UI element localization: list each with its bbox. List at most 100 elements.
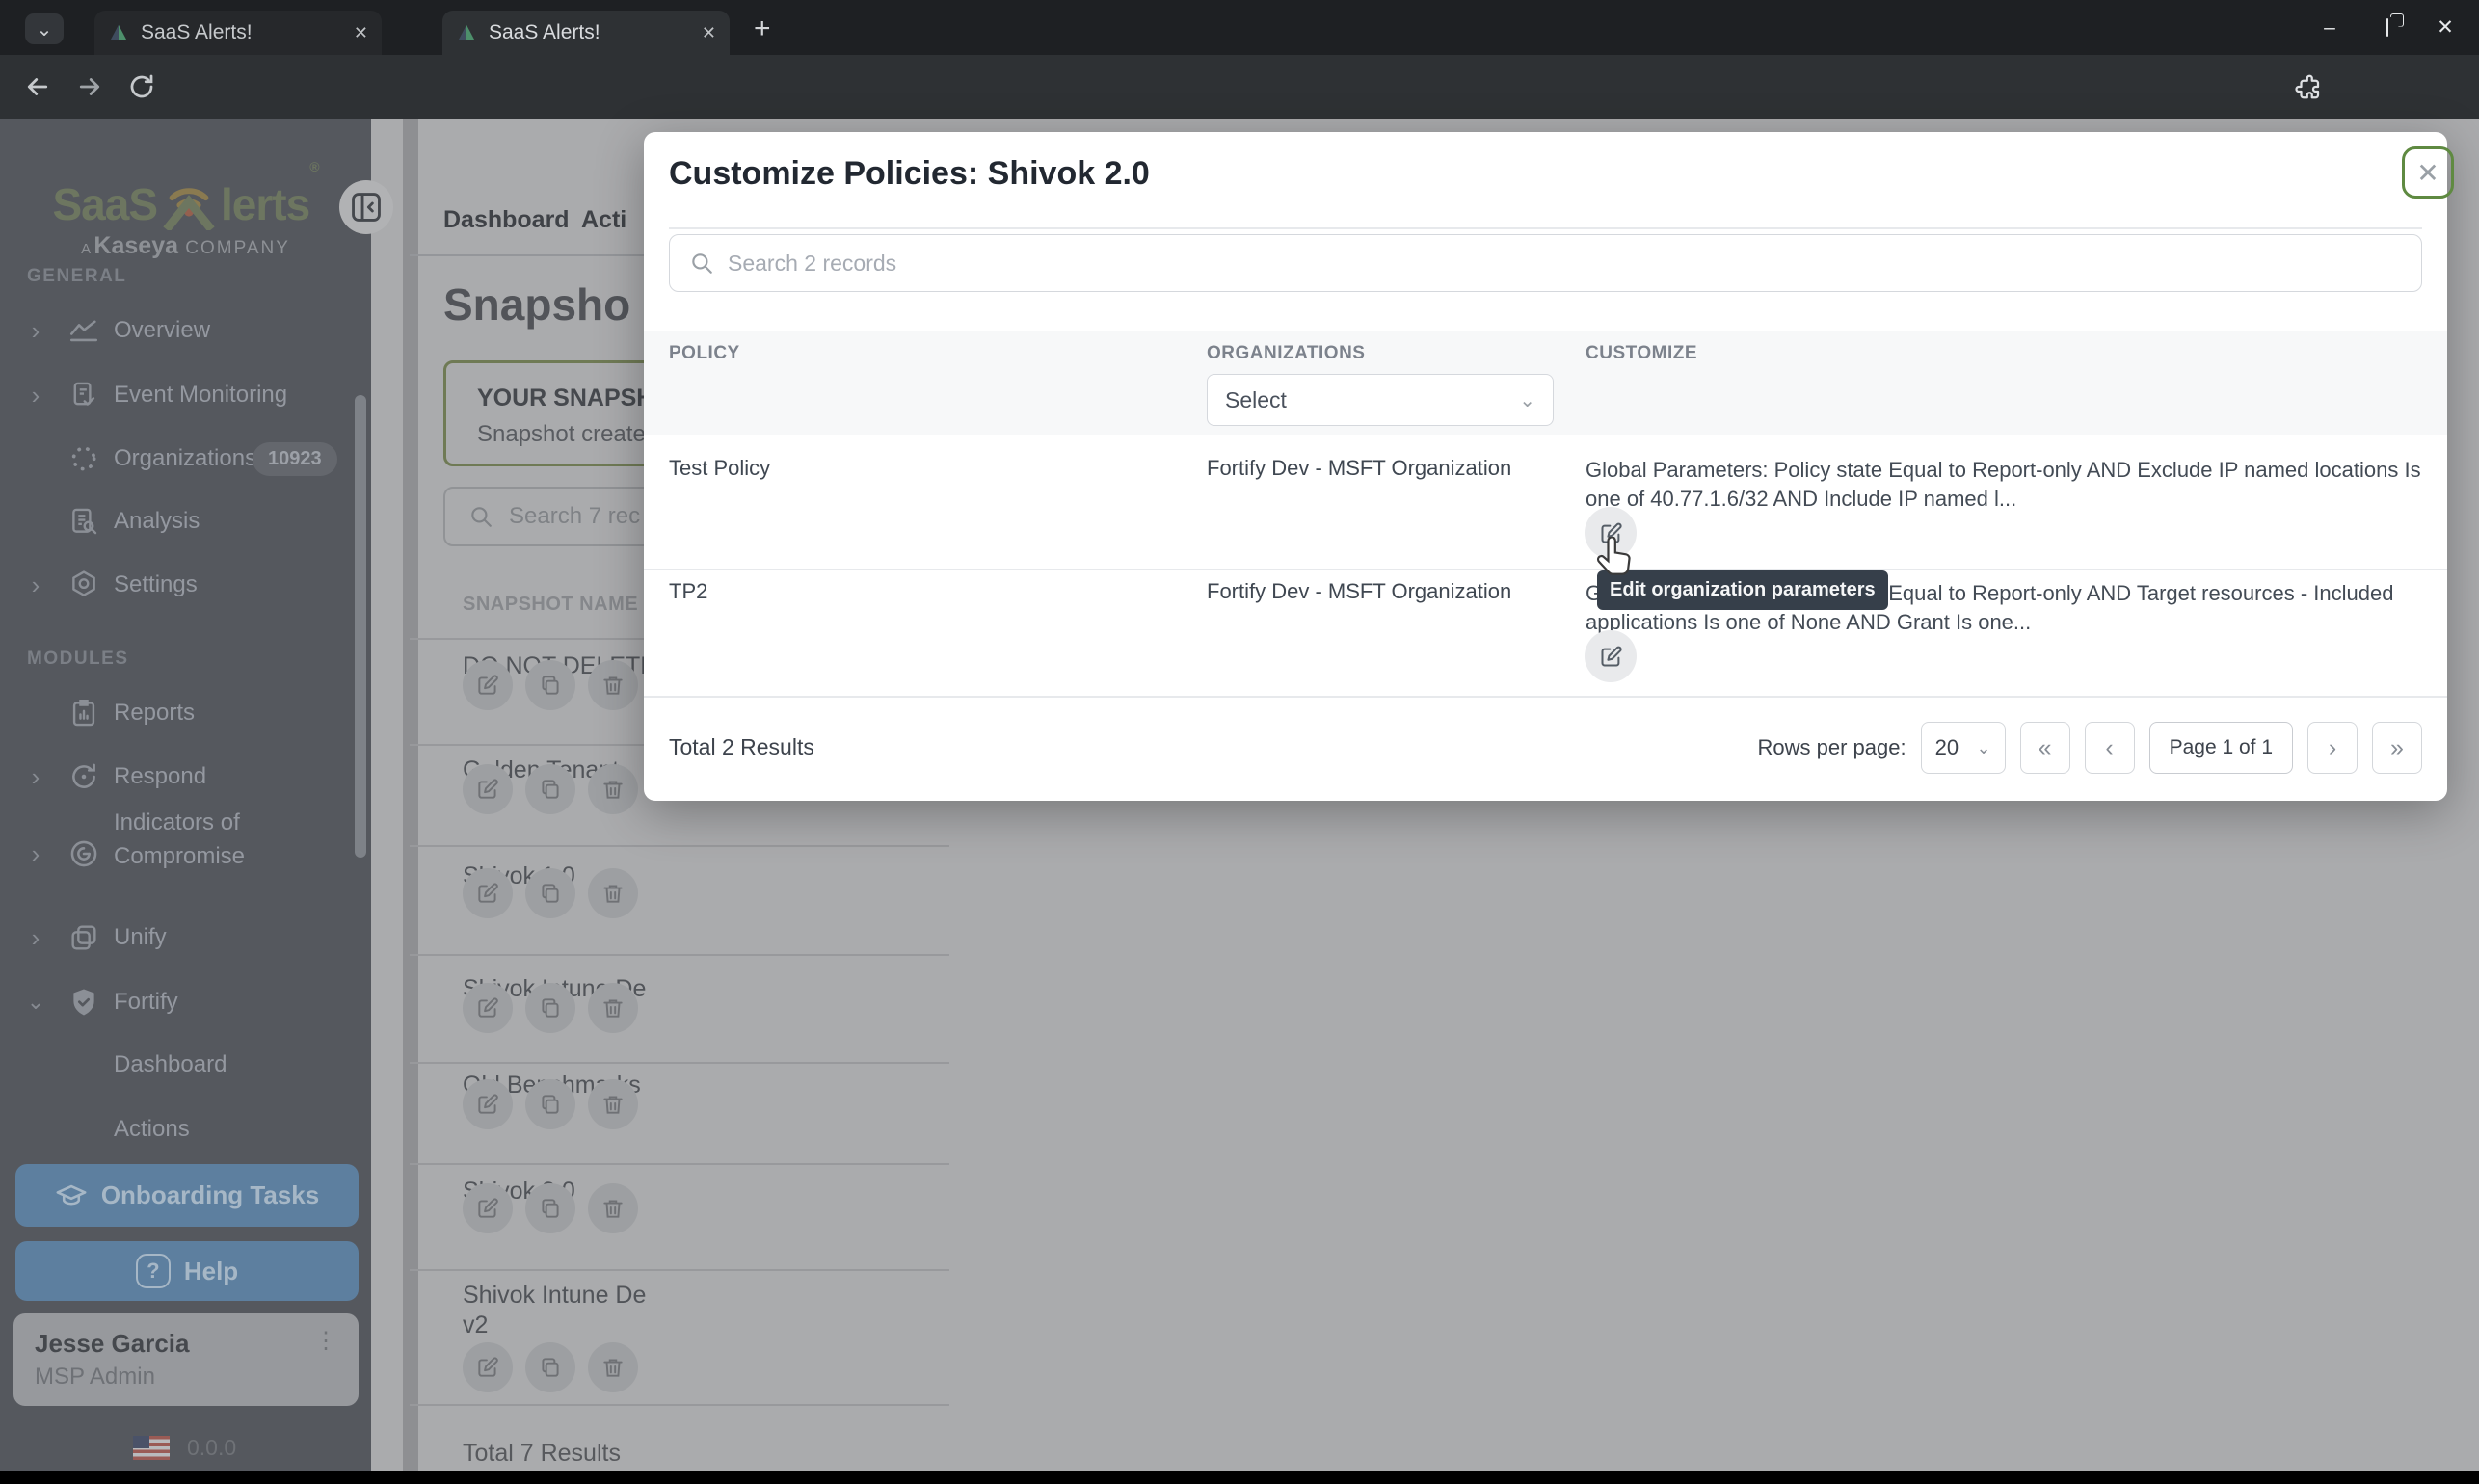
- edit-snapshot-button[interactable]: [463, 1079, 513, 1129]
- edit-snapshot-button[interactable]: [463, 868, 513, 918]
- app-sidebar: SaaS lerts ® A Kaseya COMPANY GENERAL › …: [0, 119, 393, 1471]
- sidebar-item-indicators-of-compromise[interactable]: › Indicators of Compromise: [0, 806, 371, 902]
- tab-close-icon[interactable]: ✕: [354, 23, 368, 43]
- sidebar-item-analysis[interactable]: Analysis: [0, 498, 371, 544]
- divider: [410, 1269, 949, 1271]
- delete-snapshot-button[interactable]: [588, 660, 638, 710]
- sidebar-item-fortify[interactable]: ⌄ Fortify: [0, 979, 371, 1025]
- table-header: POLICY ORGANIZATIONS CUSTOMIZE Select ⌄: [644, 331, 2447, 435]
- edit-snapshot-button[interactable]: [463, 764, 513, 814]
- delete-snapshot-button[interactable]: [588, 1342, 638, 1392]
- organizations-count-badge: 10923: [253, 442, 337, 476]
- copy-snapshot-button[interactable]: [525, 1183, 575, 1233]
- chevron-down-icon[interactable]: ⌄: [23, 979, 48, 1025]
- browser-tab-active[interactable]: SaaS Alerts! ✕: [442, 11, 730, 55]
- customize-policies-modal: Customize Policies: Shivok 2.0 ✕ POLICY …: [644, 132, 2454, 801]
- chevron-right-icon[interactable]: ›: [23, 307, 48, 354]
- edit-snapshot-button[interactable]: [463, 660, 513, 710]
- clipboard-chart-icon: [67, 697, 100, 729]
- copy-snapshot-button[interactable]: [525, 868, 575, 918]
- first-page-button[interactable]: «: [2019, 722, 2070, 774]
- help-button[interactable]: ? Help: [15, 1241, 359, 1301]
- user-menu-icon[interactable]: ⋮: [314, 1327, 337, 1355]
- edit-snapshot-button[interactable]: [463, 1183, 513, 1233]
- previous-page-button[interactable]: ‹: [2084, 722, 2135, 774]
- kaseya-company-line: A Kaseya COMPANY: [81, 232, 290, 259]
- policy-search-input[interactable]: [728, 250, 2402, 277]
- column-customize: CUSTOMIZE: [1586, 343, 1698, 363]
- last-page-button[interactable]: »: [2372, 722, 2422, 774]
- delete-snapshot-button[interactable]: [588, 1183, 638, 1233]
- sidebar-item-respond[interactable]: › Respond: [0, 754, 371, 800]
- copy-snapshot-button[interactable]: [525, 764, 575, 814]
- copy-snapshot-button[interactable]: [525, 1342, 575, 1392]
- snapshot-row-actions: [463, 983, 638, 1033]
- chevron-down-icon: ⌄: [1519, 389, 1535, 411]
- minimize-button[interactable]: –: [2317, 16, 2342, 40]
- rows-per-page-value: 20: [1934, 735, 1959, 759]
- sidebar-collapse-button[interactable]: [339, 180, 393, 234]
- divider: [410, 845, 949, 847]
- copy-snapshot-button[interactable]: [525, 1079, 575, 1129]
- delete-snapshot-button[interactable]: [588, 764, 638, 814]
- row-divider: [644, 569, 2447, 570]
- page-tab-dashboard[interactable]: Dashboard: [443, 206, 570, 234]
- app-version: 0.0.0: [187, 1435, 237, 1460]
- chevron-right-icon[interactable]: ›: [23, 372, 48, 418]
- forward-button[interactable]: [75, 72, 104, 101]
- policy-search[interactable]: [669, 234, 2422, 292]
- close-window-button[interactable]: ✕: [2433, 15, 2458, 40]
- browser-tab-inactive[interactable]: SaaS Alerts! ✕: [94, 11, 382, 55]
- chevron-right-icon[interactable]: ›: [23, 806, 48, 902]
- user-role: MSP Admin: [35, 1364, 155, 1390]
- onboarding-tasks-button[interactable]: Onboarding Tasks: [15, 1164, 359, 1227]
- edit-snapshot-button[interactable]: [463, 983, 513, 1033]
- user-card[interactable]: Jesse Garcia MSP Admin ⋮: [13, 1313, 359, 1406]
- sidebar-scrollbar-thumb[interactable]: [355, 395, 366, 858]
- restore-icon: [2386, 17, 2388, 37]
- collapse-sidebar-icon: [348, 189, 385, 225]
- chevron-right-icon[interactable]: ›: [23, 562, 48, 608]
- edit-snapshot-button[interactable]: [463, 1342, 513, 1392]
- snapshot-total: Total 7 Results: [463, 1440, 621, 1467]
- copy-snapshot-button[interactable]: [525, 660, 575, 710]
- delete-snapshot-button[interactable]: [588, 1079, 638, 1129]
- radar-shield-icon: [67, 837, 100, 870]
- search-icon: [468, 504, 493, 529]
- sidebar-subitem-actions[interactable]: Actions: [0, 1106, 371, 1153]
- sidebar-item-overview[interactable]: › Overview: [0, 307, 371, 354]
- page-scrollbar[interactable]: [403, 119, 418, 1471]
- tab-search-button[interactable]: ⌄: [25, 13, 64, 44]
- sidebar-item-organizations[interactable]: Organizations 10923: [0, 436, 371, 482]
- edit-parameters-tooltip: Edit organization parameters: [1597, 570, 1888, 610]
- chevron-right-icon[interactable]: ›: [23, 914, 48, 961]
- new-tab-button[interactable]: +: [754, 14, 771, 43]
- user-name: Jesse Garcia: [35, 1329, 190, 1358]
- sidebar-item-reports[interactable]: Reports: [0, 690, 371, 736]
- extensions-puzzle-icon[interactable]: [2294, 72, 2323, 101]
- delete-snapshot-button[interactable]: [588, 983, 638, 1033]
- gear-icon: [67, 569, 100, 601]
- select-value: Select: [1225, 386, 1287, 412]
- snapshot-list-header: SNAPSHOT NAME: [463, 594, 639, 615]
- next-page-button[interactable]: ›: [2307, 722, 2358, 774]
- reload-button[interactable]: [127, 72, 156, 101]
- restore-button[interactable]: [2386, 17, 2388, 37]
- refresh-icon: [67, 760, 100, 793]
- page-tab-actions[interactable]: Acti: [581, 206, 626, 234]
- modal-close-button[interactable]: ✕: [2402, 146, 2454, 199]
- back-button[interactable]: [23, 72, 52, 101]
- layers-icon: [67, 921, 100, 954]
- sidebar-subitem-dashboard[interactable]: Dashboard: [0, 1042, 371, 1088]
- clipboard-check-icon: [67, 379, 100, 411]
- chevron-right-icon[interactable]: ›: [23, 754, 48, 800]
- sidebar-item-unify[interactable]: › Unify: [0, 914, 371, 961]
- delete-snapshot-button[interactable]: [588, 868, 638, 918]
- organizations-filter-select[interactable]: Select ⌄: [1207, 374, 1554, 426]
- sidebar-item-settings[interactable]: › Settings: [0, 562, 371, 608]
- sidebar-item-event-monitoring[interactable]: › Event Monitoring: [0, 372, 371, 418]
- edit-organization-parameters-button[interactable]: [1585, 630, 1637, 682]
- copy-snapshot-button[interactable]: [525, 983, 575, 1033]
- rows-per-page-select[interactable]: 20 ⌄: [1920, 722, 2006, 774]
- tab-close-icon[interactable]: ✕: [702, 23, 716, 43]
